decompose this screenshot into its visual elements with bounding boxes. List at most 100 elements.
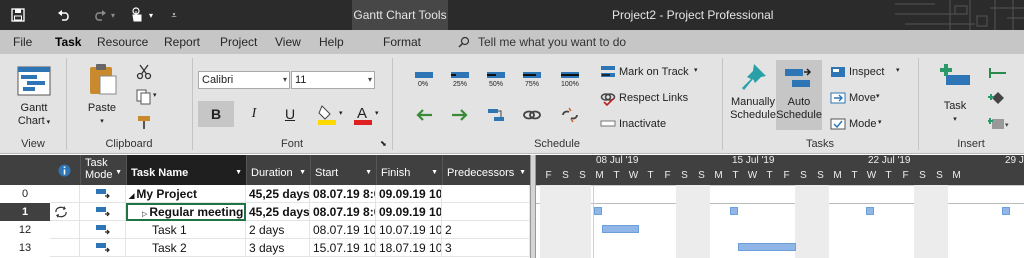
finish-cell[interactable]: 09.09.19 10:00 [376, 203, 442, 221]
link-tasks-icon[interactable] [486, 106, 506, 124]
tab-project[interactable]: Project [220, 30, 257, 54]
task-mode-cell[interactable] [80, 203, 126, 221]
mark-on-track-icon[interactable] [600, 64, 616, 80]
percent-75-icon[interactable] [522, 70, 542, 80]
move-icon[interactable] [830, 91, 846, 105]
percent-0-icon[interactable] [414, 70, 434, 80]
recurring-occurrence-bar[interactable] [866, 207, 874, 215]
copy-dropdown-icon[interactable]: ▾ [153, 91, 157, 99]
task-mode-cell[interactable] [80, 185, 126, 203]
cut-icon[interactable] [136, 64, 152, 80]
task-name-cell-active[interactable]: ▷ Regular meeting [126, 203, 246, 221]
respect-links-icon[interactable] [600, 90, 616, 106]
task-name-cell[interactable]: ◢ My Project [126, 185, 246, 203]
inspect-button[interactable]: Inspect [849, 66, 884, 78]
row-number[interactable]: 13 [0, 239, 50, 257]
task-bar[interactable] [602, 225, 639, 233]
insert-task-icon[interactable] [938, 62, 972, 92]
inspect-icon[interactable] [830, 65, 846, 79]
save-icon[interactable] [6, 0, 30, 30]
task-mode-cell[interactable] [80, 239, 126, 257]
touch-mode-icon[interactable] [126, 0, 148, 30]
task-bar[interactable] [738, 243, 796, 251]
paste-button[interactable]: Paste ▾ [80, 102, 124, 128]
outdent-icon[interactable] [414, 108, 434, 122]
manually-schedule-button[interactable]: Manually Schedule [730, 96, 776, 122]
indicators-header[interactable] [50, 155, 80, 185]
recurring-occurrence-bar[interactable] [1002, 207, 1010, 215]
respect-links-button[interactable]: Respect Links [619, 92, 688, 104]
finish-cell[interactable]: 10.07.19 10:00 [376, 221, 442, 239]
tab-task[interactable]: Task [55, 30, 81, 54]
task-name-cell[interactable]: Task 1 [126, 221, 246, 239]
row-number[interactable]: 0 [0, 185, 50, 203]
start-cell[interactable]: 08.07.19 8:00 [310, 203, 376, 221]
predecessors-cell[interactable] [442, 203, 530, 221]
recurring-occurrence-bar[interactable] [594, 207, 602, 215]
mark-on-track-dropdown-icon[interactable]: ▾ [694, 66, 698, 74]
bold-button[interactable]: B [198, 101, 234, 127]
inactivate-button[interactable]: Inactivate [619, 118, 666, 130]
predecessors-cell[interactable]: 2 [442, 221, 530, 239]
font-color-dropdown-icon[interactable]: ▾ [375, 109, 379, 117]
font-name-combo[interactable]: Calibri ▾ [198, 71, 290, 89]
link-chain-icon[interactable] [522, 106, 542, 124]
finish-cell[interactable]: 18.07.19 10:00 [376, 239, 442, 257]
row-number-selected[interactable]: 1 [0, 203, 50, 221]
mode-button[interactable]: Mode [849, 118, 877, 130]
inspect-dropdown-icon[interactable]: ▾ [896, 66, 900, 74]
tab-help[interactable]: Help [319, 30, 344, 54]
mark-on-track-button[interactable]: Mark on Track [619, 66, 689, 78]
mode-icon[interactable] [830, 117, 846, 131]
move-button[interactable]: Move [849, 92, 876, 104]
milestone-icon[interactable] [988, 90, 1008, 106]
summary-task-icon[interactable] [988, 66, 1008, 80]
font-size-combo[interactable]: 11 ▾ [291, 71, 375, 89]
task-name-header[interactable]: Task Name ▼ [126, 155, 246, 185]
gantt-chart-button[interactable]: Gantt Chart ▾ [12, 102, 56, 129]
predecessors-header[interactable]: Predecessors ▼ [442, 155, 530, 185]
format-painter-icon[interactable] [136, 114, 152, 130]
auto-schedule-button[interactable]: Auto Schedule [776, 60, 822, 130]
redo-dropdown-icon[interactable]: ▾ [108, 0, 118, 30]
start-cell[interactable]: 08.07.19 8:00 [310, 185, 376, 203]
gantt-chart-icon[interactable] [17, 66, 51, 96]
touch-dropdown-icon[interactable]: ▾ [146, 0, 156, 30]
insert-task-button[interactable]: Task ▾ [934, 100, 976, 126]
task-mode-cell[interactable] [80, 221, 126, 239]
deliverable-icon[interactable]: ▾ [988, 114, 1012, 132]
paste-icon[interactable] [88, 62, 118, 96]
duration-header[interactable]: Duration ▼ [246, 155, 310, 185]
duration-cell[interactable]: 45,25 days [246, 185, 310, 203]
copy-icon[interactable] [136, 89, 152, 105]
duration-cell[interactable]: 2 days [246, 221, 310, 239]
tab-resource[interactable]: Resource [97, 30, 148, 54]
recurring-occurrence-bar[interactable] [730, 207, 738, 215]
start-cell[interactable]: 15.07.19 10:00 [310, 239, 376, 257]
tab-report[interactable]: Report [164, 30, 200, 54]
predecessors-cell[interactable]: 3 [442, 239, 530, 257]
percent-50-icon[interactable] [486, 70, 506, 80]
task-name-cell[interactable]: Task 2 [126, 239, 246, 257]
move-dropdown-icon[interactable]: ▾ [876, 92, 880, 100]
undo-icon[interactable] [52, 0, 76, 30]
finish-cell[interactable]: 09.09.19 10:00 [376, 185, 442, 203]
tab-view[interactable]: View [275, 30, 301, 54]
tab-file[interactable]: File [13, 30, 32, 54]
duration-cell[interactable]: 3 days [246, 239, 310, 257]
percent-100-icon[interactable] [560, 70, 580, 80]
tab-format[interactable]: Format [383, 30, 421, 54]
task-mode-header[interactable]: Task Mode ▼ [80, 155, 126, 185]
customize-toolbar-icon[interactable]: ⩡ [168, 0, 180, 30]
inactivate-icon[interactable] [600, 116, 616, 132]
percent-25-icon[interactable] [450, 70, 470, 80]
start-cell[interactable]: 08.07.19 10:00 [310, 221, 376, 239]
manually-schedule-icon[interactable] [738, 62, 768, 96]
start-header[interactable]: Start ▼ [310, 155, 376, 185]
indent-icon[interactable] [450, 108, 470, 122]
unlink-tasks-icon[interactable] [560, 106, 580, 124]
italic-button[interactable]: I [236, 101, 272, 127]
mode-dropdown-icon[interactable]: ▾ [878, 118, 882, 126]
highlight-dropdown-icon[interactable]: ▾ [339, 109, 343, 117]
tell-me-box[interactable]: Tell me what you want to do [478, 30, 626, 54]
